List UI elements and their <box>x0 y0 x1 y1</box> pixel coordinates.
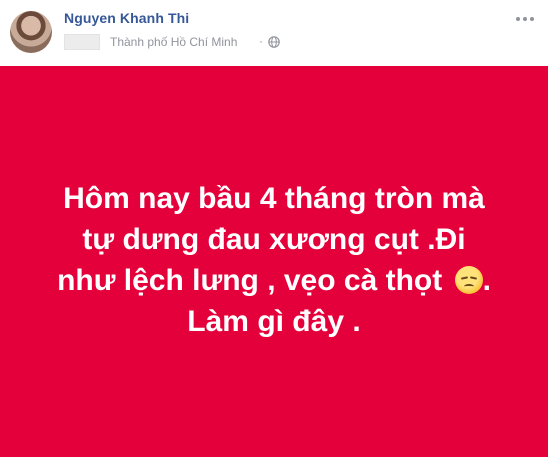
redacted-timestamp <box>64 34 100 50</box>
globe-icon[interactable] <box>268 36 280 48</box>
location-link[interactable]: Thành phố Hồ Chí Minh <box>110 35 237 49</box>
status-line-3-text: như lệch lưng , vẹo cà thọt <box>57 264 443 297</box>
status-line-3-suffix: . <box>482 264 491 297</box>
more-options-icon[interactable] <box>516 14 534 24</box>
meta-separator: · <box>259 34 263 48</box>
status-line-4: Làm gì đây . <box>187 305 361 338</box>
facebook-post: Nguyen Khanh Thi Thành phố Hồ Chí Minh ·… <box>0 0 548 457</box>
post-header: Nguyen Khanh Thi Thành phố Hồ Chí Minh · <box>0 0 548 66</box>
status-text: Hôm nay bầu 4 tháng tròn mà tự dưng đau … <box>0 178 548 342</box>
author-avatar[interactable] <box>10 11 52 53</box>
disappointed-face-emoji-icon <box>454 266 483 294</box>
status-line-1: Hôm nay bầu 4 tháng tròn mà <box>63 182 485 215</box>
author-name-link[interactable]: Nguyen Khanh Thi <box>64 10 189 26</box>
status-line-2: tự dưng đau xương cụt .Đi <box>82 223 466 256</box>
status-line-3: như lệch lưng , vẹo cà thọt . <box>0 260 548 301</box>
